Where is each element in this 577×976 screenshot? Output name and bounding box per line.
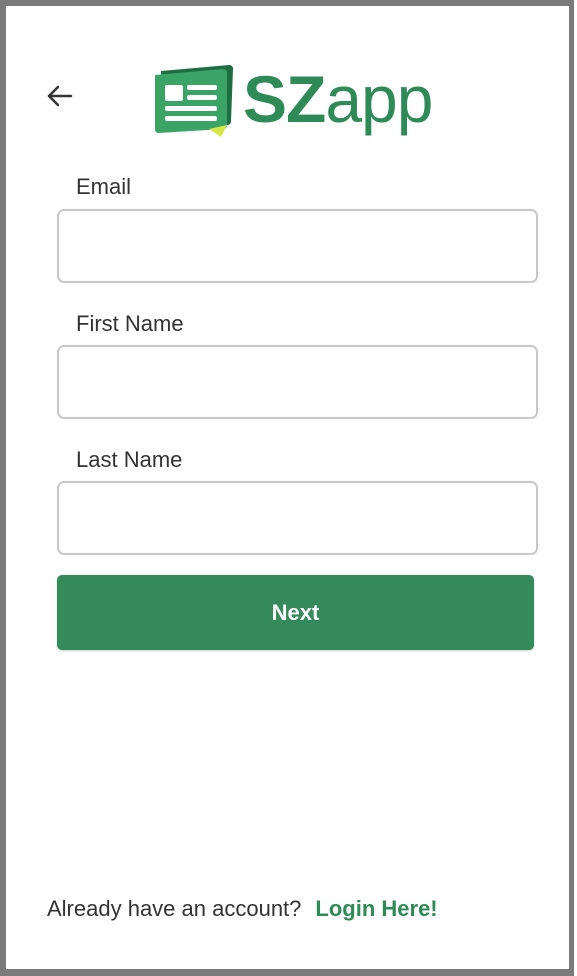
first-name-label: First Name [76, 311, 184, 336]
login-prompt: Already have an account? Login Here! [47, 896, 438, 922]
email-label: Email [76, 174, 132, 199]
last-name-field[interactable] [57, 481, 538, 555]
logo-text-light: app [325, 62, 433, 136]
app-logo-text: SZapp [243, 66, 433, 132]
login-prompt-text: Already have an account? [47, 896, 302, 921]
logo-text-bold: SZ [243, 62, 326, 136]
email-field[interactable] [57, 209, 538, 283]
back-button[interactable] [40, 76, 80, 116]
login-link[interactable]: Login Here! [315, 896, 437, 921]
app-screen: SZapp Email First Name Last Name Next Al… [0, 0, 574, 976]
app-logo: SZapp [151, 54, 433, 144]
newspaper-logo-icon [155, 65, 233, 137]
next-button[interactable]: Next [57, 575, 534, 650]
first-name-field[interactable] [57, 345, 538, 419]
last-name-label: Last Name [76, 447, 183, 472]
arrow-left-icon [47, 85, 73, 107]
